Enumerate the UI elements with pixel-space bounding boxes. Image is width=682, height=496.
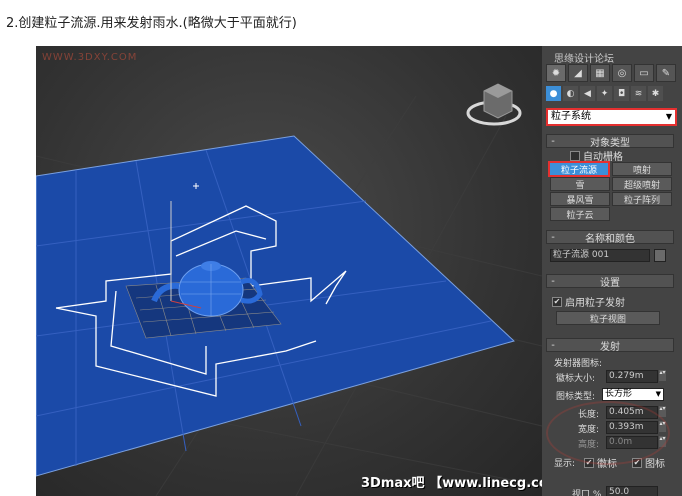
setup-rollout: - 设置 <box>546 274 674 289</box>
object-type-header[interactable]: - 对象类型 <box>546 134 674 149</box>
collapse-icon: - <box>551 339 555 351</box>
collapse-icon: - <box>551 135 555 147</box>
geometry-icon[interactable]: ● <box>546 86 561 101</box>
icon-type-label: 图标类型: <box>556 392 596 402</box>
parray-button[interactable]: 粒子阵列 <box>612 192 672 206</box>
panel-site-title: 思缘设计论坛 <box>554 54 614 65</box>
site-watermark: WWW.3DXY.COM <box>42 52 138 63</box>
collapse-icon: - <box>551 275 555 287</box>
cameras-icon[interactable]: ✦ <box>597 86 612 101</box>
emission-rollout: - 发射 <box>546 338 674 353</box>
super-spray-button[interactable]: 超级喷射 <box>612 177 672 191</box>
name-color-header[interactable]: - 名称和颜色 <box>546 230 674 245</box>
watermark-stamp-icon <box>546 401 670 465</box>
enable-emission-checkbox[interactable]: ✔ 启用粒子发射 <box>552 294 625 309</box>
blizzard-button[interactable]: 暴风雪 <box>550 192 610 206</box>
icon-type-value: 长方形 <box>605 389 633 399</box>
spacewarps-icon[interactable]: ≋ <box>631 86 646 101</box>
viewport-percent-field[interactable]: 50.0 <box>606 486 658 496</box>
lights-icon[interactable]: ◀ <box>580 86 595 101</box>
object-color-swatch[interactable] <box>654 249 666 262</box>
shapes-icon[interactable]: ◐ <box>563 86 578 101</box>
create-tab-icon[interactable]: ✹ <box>546 64 566 82</box>
emitter-icon-label: 发射器图标: <box>554 359 603 369</box>
scene-svg <box>36 83 542 496</box>
object-type-rollout: - 对象类型 <box>546 134 674 149</box>
page-caption: 2.创建粒子流源.用来发射雨水.(略微大于平面就行) <box>6 16 297 31</box>
utilities-tab-icon[interactable]: ✎ <box>656 64 676 82</box>
logo-size-field[interactable]: 0.279m <box>606 370 658 383</box>
setup-header[interactable]: - 设置 <box>546 274 674 289</box>
modify-tab-icon[interactable]: ◢ <box>568 64 588 82</box>
enable-emission-box: ✔ <box>552 296 562 307</box>
helpers-icon[interactable]: ◘ <box>614 86 629 101</box>
hierarchy-tab-icon[interactable]: ▦ <box>590 64 610 82</box>
display-tab-icon[interactable]: ▭ <box>634 64 654 82</box>
create-subtabs: ● ◐ ◀ ✦ ◘ ≋ ✱ <box>546 86 663 101</box>
logo-size-spinner[interactable]: ▴▾ <box>659 370 666 381</box>
emission-title: 发射 <box>600 341 620 353</box>
forum-watermark: 3Dmax吧 【www.linecg.com/tieba/1771】 <box>361 476 542 491</box>
logo-size-label: 徽标大小: <box>556 374 596 384</box>
viewport-percent-label: 视口 % <box>572 490 602 496</box>
blue-plane[interactable] <box>36 135 515 477</box>
name-color-rollout: - 名称和颜色 <box>546 230 674 245</box>
autogrid-box <box>570 150 580 161</box>
name-color-title: 名称和颜色 <box>585 233 635 245</box>
motion-tab-icon[interactable]: ◎ <box>612 64 632 82</box>
snow-button[interactable]: 雪 <box>550 177 610 191</box>
view-cube-icon[interactable] <box>466 83 522 126</box>
particle-view-button[interactable]: 粒子视图 <box>556 311 660 325</box>
spray-button[interactable]: 喷射 <box>612 162 672 176</box>
object-type-title: 对象类型 <box>590 137 630 149</box>
chevron-down-icon: ▼ <box>665 112 672 121</box>
chevron-down-icon: ▼ <box>655 390 661 398</box>
enable-emission-label: 启用粒子发射 <box>565 298 625 309</box>
perspective-viewport[interactable]: WWW.3DXY.COM 3Dmax吧 【www.linecg.com/tieb… <box>36 46 542 496</box>
category-value: 粒子系统 <box>551 111 591 122</box>
pf-source-button[interactable]: 粒子流源 <box>548 161 610 177</box>
emission-header[interactable]: - 发射 <box>546 338 674 353</box>
setup-title: 设置 <box>600 277 620 289</box>
object-name-field[interactable]: 粒子流源 001 <box>550 249 650 262</box>
icon-type-select[interactable]: 长方形 ▼ <box>602 388 664 401</box>
pcloud-button[interactable]: 粒子云 <box>550 207 610 221</box>
command-tabs: ✹ ◢ ▦ ◎ ▭ ✎ <box>546 64 676 82</box>
category-dropdown[interactable]: 粒子系统 ▼ <box>546 108 677 126</box>
systems-icon[interactable]: ✱ <box>648 86 663 101</box>
max-screenshot: WWW.3DXY.COM 3Dmax吧 【www.linecg.com/tieb… <box>36 46 682 496</box>
collapse-icon: - <box>551 231 555 243</box>
